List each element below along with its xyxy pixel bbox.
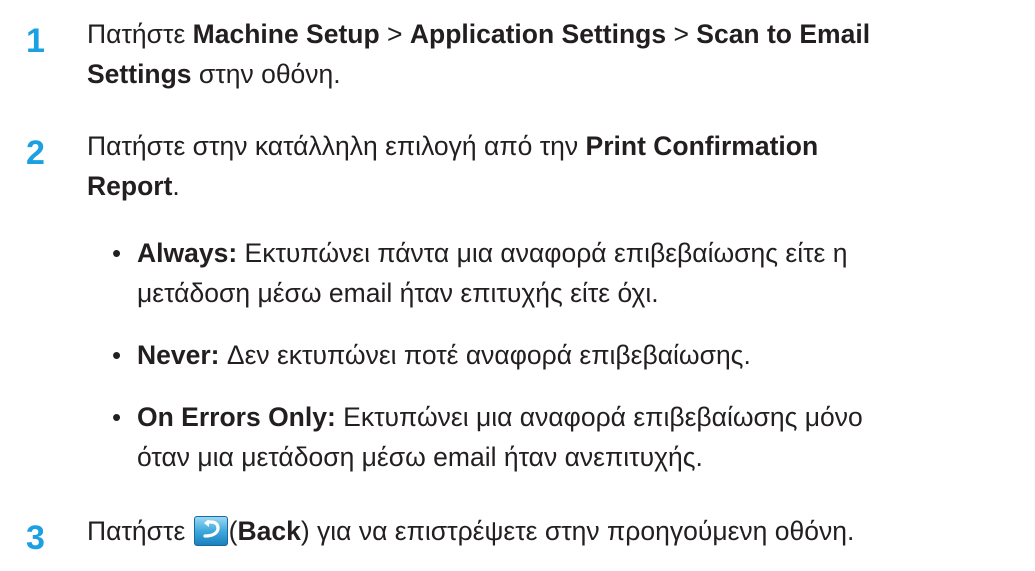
menu-machine-setup: Machine Setup — [192, 19, 380, 49]
bullet-text: Never: Δεν εκτυπώνει ποτέ αναφορά επιβεβ… — [137, 340, 751, 370]
step-number: 3 — [26, 519, 45, 557]
step-number: 2 — [26, 134, 45, 172]
menu-scan-to-email: Scan to Email — [696, 19, 871, 49]
back-button-label: Back — [237, 516, 301, 546]
step-text: Πατήστε (Back) για να επιστρέψετε στην π… — [87, 516, 855, 546]
back-arrow-icon — [193, 516, 228, 546]
bullet-label: Always: — [137, 238, 238, 268]
bullet-label: On Errors Only: — [137, 402, 336, 432]
menu-application-settings: Application Settings — [409, 19, 667, 49]
option-print-confirmation: Print Confirmation — [585, 131, 819, 161]
bullet-text: Always: Εκτυπώνει πάντα μια αναφορά επιβ… — [137, 238, 848, 308]
bullet-text: On Errors Only: Εκτυπώνει μια αναφορά επ… — [137, 402, 863, 472]
bullet-dot: • — [112, 402, 122, 432]
step-text: Πατήστε Machine Setup > Application Sett… — [87, 19, 871, 89]
step-text: Πατήστε στην κατάλληλη επιλογή από την P… — [87, 131, 819, 201]
bullet-dot: • — [112, 340, 122, 370]
option-report: Report — [87, 171, 173, 201]
bullet-label: Never: — [137, 340, 220, 370]
menu-settings: Settings — [87, 59, 192, 89]
step-number: 1 — [26, 22, 45, 60]
bullet-dot: • — [112, 238, 122, 268]
